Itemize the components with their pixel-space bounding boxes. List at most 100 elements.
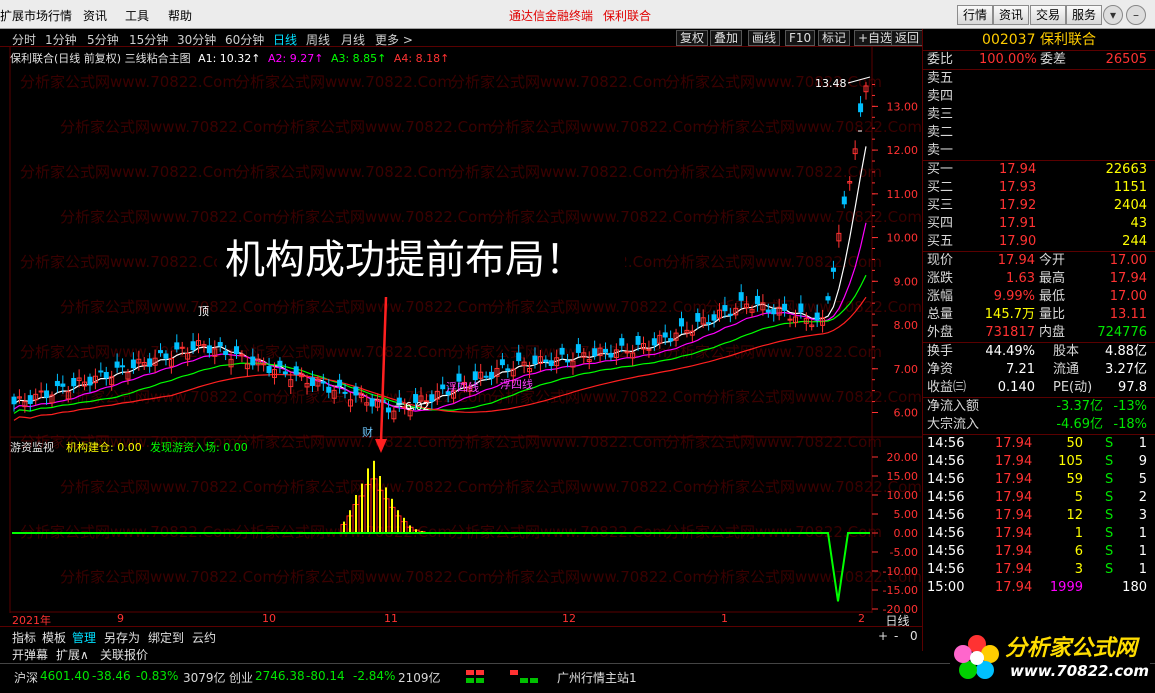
watermark-text: 分析家公式网www.70822.Com <box>665 433 882 451</box>
index1-name[interactable]: 沪深 <box>14 669 38 686</box>
zoom-out-button[interactable]: - <box>894 629 898 643</box>
menu-bar: 扩展市场行情 资讯 工具 帮助 通达信金融终端 保利联合 行情 资讯 交易 服务… <box>0 0 1155 29</box>
candle-body <box>114 361 120 368</box>
candle-body <box>565 360 571 363</box>
flow-label: 大宗流入 <box>927 417 980 432</box>
menu-news[interactable]: 资讯 <box>83 7 107 24</box>
candle-body <box>516 352 522 362</box>
red-arrow-line <box>379 296 388 443</box>
tick-count: 1 <box>1138 544 1147 559</box>
price-tick-label: 11.00 <box>887 188 919 201</box>
order-diff-label: 委差 <box>1040 52 1067 67</box>
kline-chart[interactable]: 分析家公式网www.70822.Com 分析家公式网www.70822.Com 分析… <box>0 47 922 613</box>
tick-volume: 3 <box>1074 562 1083 577</box>
indicator-tick-label: 20.00 <box>887 451 919 464</box>
period-15min[interactable]: 15分钟 <box>129 31 168 48</box>
tab-template[interactable]: 模板 <box>42 629 66 646</box>
watermark-text: 分析家公式网www.70822.Com <box>20 73 237 91</box>
trade-button[interactable]: 交易 <box>1030 5 1067 25</box>
price-tick-label: 7.00 <box>894 363 919 376</box>
fundamental-value-2: 4.88亿 <box>1105 344 1147 359</box>
tab-bind-to[interactable]: 绑定到 <box>148 629 184 646</box>
period-timeshare[interactable]: 分时 <box>12 31 36 48</box>
tab-cloud[interactable]: 云约 <box>192 629 216 646</box>
price-tick-label: 9.00 <box>894 275 919 288</box>
candle-body <box>532 355 538 365</box>
candle-body <box>765 309 771 313</box>
watermark-text: 分析家公式网www.70822.Com <box>60 478 277 496</box>
candle-body <box>282 371 288 375</box>
order-ratio-label: 委比 <box>927 52 954 67</box>
back-button[interactable]: 返回 <box>891 30 924 46</box>
tick-price: 17.94 <box>995 454 1033 469</box>
service-button[interactable]: 服务 <box>1066 5 1103 25</box>
buy-label: 买三 <box>927 198 954 213</box>
expand-button[interactable]: 扩展∧ <box>56 646 89 663</box>
price-tick-label: 12.00 <box>887 144 919 157</box>
tick-time: 14:56 <box>927 490 965 505</box>
draw-line-button[interactable]: 画线 <box>748 30 781 46</box>
candle-body <box>841 196 847 205</box>
indicator-tick-label: 0.00 <box>894 527 919 540</box>
tick-count: 1 <box>1138 526 1147 541</box>
mark-button[interactable]: 标记 <box>818 30 851 46</box>
menu-help[interactable]: 帮助 <box>168 7 192 24</box>
zoom-in-button[interactable]: + <box>878 629 888 643</box>
stat-label: 涨幅 <box>927 289 954 304</box>
minimize-icon[interactable]: – <box>1126 5 1146 25</box>
candle-body <box>71 377 77 387</box>
stat-label-2: 今开 <box>1039 253 1066 268</box>
stat-value: 731817 <box>985 325 1035 340</box>
period-daily[interactable]: 日线 <box>273 31 297 48</box>
add-watchlist-button[interactable]: +自选 <box>854 30 897 46</box>
fundamental-value-2: 97.8 <box>1118 380 1147 395</box>
tick-time: 14:56 <box>927 454 965 469</box>
market-button[interactable]: 行情 <box>957 5 994 25</box>
period-more[interactable]: 更多 > <box>375 31 413 48</box>
signal-label-2: 浮四线 <box>500 377 533 391</box>
stock-code: 002037 <box>982 32 1036 48</box>
candle-body <box>103 371 109 379</box>
watermark-text: 分析家公式网www.70822.Com <box>450 163 667 181</box>
stat-value: 9.99% <box>993 289 1035 304</box>
adjust-button[interactable]: 复权 <box>676 30 709 46</box>
tick-side: S <box>1105 490 1114 505</box>
toggle-barrage-button[interactable]: 开弹幕 <box>12 646 48 663</box>
watermark-text: 分析家公式网www.70822.Com <box>20 163 237 181</box>
index2-name[interactable]: 创业 <box>229 669 253 686</box>
dropdown-icon[interactable]: ▾ <box>1103 5 1123 25</box>
period-60min[interactable]: 60分钟 <box>225 31 264 48</box>
period-weekly[interactable]: 周线 <box>306 31 330 48</box>
tick-row: 14:56 17.94 12 S 3 <box>923 507 1155 525</box>
tick-volume: 5 <box>1074 490 1083 505</box>
f10-button[interactable]: F10 <box>785 30 816 46</box>
overlay-button[interactable]: 叠加 <box>710 30 743 46</box>
tab-save-as[interactable]: 另存为 <box>104 629 140 646</box>
period-monthly[interactable]: 月线 <box>341 31 365 48</box>
server-name[interactable]: 广州行情主站1 <box>557 669 637 686</box>
related-quote-button[interactable]: 关联报价 <box>100 646 148 663</box>
menu-tools[interactable]: 工具 <box>125 7 149 24</box>
sell-row: 卖三 <box>923 106 1155 124</box>
candle-body <box>830 267 836 272</box>
fundamental-row: 收益㈢ 0.140 PE(动) 97.8 <box>923 379 1155 397</box>
news-button[interactable]: 资讯 <box>993 5 1030 25</box>
tab-indicator[interactable]: 指标 <box>12 629 36 646</box>
tick-volume: 59 <box>1066 472 1083 487</box>
period-30min[interactable]: 30分钟 <box>177 31 216 48</box>
period-1min[interactable]: 1分钟 <box>45 31 77 48</box>
stat-row: 现价 17.94 今开 17.00 <box>923 252 1155 270</box>
time-label-feb: 2 <box>858 612 865 625</box>
zoom-reset-button[interactable]: 0 <box>910 629 918 643</box>
watermark-text: 分析家公式网www.70822.Com <box>60 208 277 226</box>
watermark-text: 分析家公式网www.70822.Com <box>275 298 492 316</box>
tick-price: 17.94 <box>995 490 1033 505</box>
tick-row: 14:56 17.94 6 S 1 <box>923 543 1155 561</box>
candle-body <box>266 366 272 373</box>
stat-value-2: 17.00 <box>1109 289 1147 304</box>
period-5min[interactable]: 5分钟 <box>87 31 119 48</box>
menu-extended-market[interactable]: 扩展市场行情 <box>0 7 72 24</box>
fundamental-row: 净资 7.21 流通 3.27亿 <box>923 361 1155 379</box>
watermark-text: 分析家公式网www.70822.Com <box>275 118 492 136</box>
tab-manage[interactable]: 管理 <box>72 629 96 646</box>
